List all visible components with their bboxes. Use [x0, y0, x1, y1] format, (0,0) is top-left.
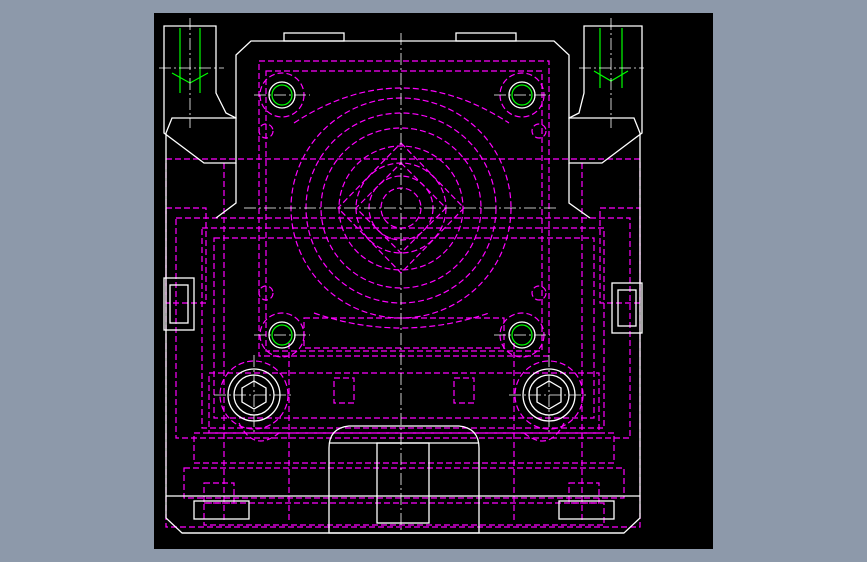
hidden-tab-1	[333, 377, 355, 404]
hidden-right-pocket	[599, 207, 641, 304]
hidden-tab-2	[453, 377, 475, 404]
hidden-arc-bottom	[313, 312, 490, 329]
body-outline	[165, 40, 641, 534]
left-connector	[163, 277, 195, 331]
top-boss-right	[455, 32, 517, 42]
left-connector-inner	[169, 284, 189, 324]
right-ear	[568, 25, 643, 164]
hidden-slot	[303, 317, 505, 349]
thread-lines	[171, 28, 629, 346]
foot-left	[193, 500, 250, 520]
hidden-center-block	[258, 60, 550, 357]
top-boss-left	[283, 32, 345, 42]
hidden-hole-4	[531, 285, 547, 301]
hidden-left-pocket	[165, 207, 207, 304]
center-slot	[328, 425, 480, 534]
mechanical-drawing	[159, 18, 644, 534]
hidden-cross-bar	[208, 372, 600, 434]
hidden-lower-rail-2	[183, 467, 625, 499]
visible-outlines	[163, 25, 643, 534]
hidden-base	[203, 502, 605, 526]
left-shoulder	[215, 163, 237, 219]
right-shoulder	[568, 163, 591, 219]
cad-viewport[interactable]	[154, 13, 713, 549]
foot-right	[558, 500, 615, 520]
hidden-foot-r	[568, 482, 600, 504]
hidden-arc-top	[293, 87, 510, 124]
right-connector-inner	[617, 289, 637, 327]
hidden-foot-l	[203, 482, 235, 504]
center-lines	[159, 18, 644, 533]
center-key	[376, 442, 430, 524]
hidden-hole-2	[531, 123, 547, 139]
hidden-body-outline	[165, 158, 641, 528]
